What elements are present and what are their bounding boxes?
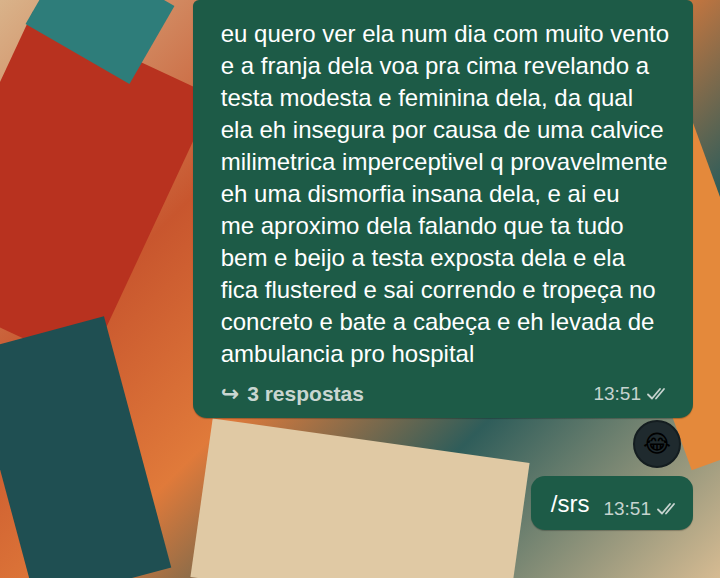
double-check-icon	[647, 387, 669, 401]
message-line: me aproximo dela falando que ta tudo	[221, 210, 669, 242]
message-meta: 13:51	[593, 383, 669, 405]
message-line: /srs	[551, 488, 590, 520]
message-text: eu quero ver ela num dia com muito vento…	[221, 18, 669, 370]
reaction-badge[interactable]: 😂	[633, 420, 681, 468]
chat-screen: eu quero ver ela num dia com muito vento…	[0, 0, 720, 578]
message-line: bem e beijo a testa exposta dela e ela	[221, 242, 669, 274]
message-row: /srs 13:51	[531, 476, 693, 530]
message-line: fica flustered e sai correndo e tropeça …	[221, 274, 669, 306]
message-line: testa modesta e feminina dela, da qual	[221, 82, 669, 114]
reaction-emoji: 😂	[643, 432, 671, 456]
message-line: milimetrica imperceptivel q provavelment…	[221, 146, 669, 178]
message-list: eu quero ver ela num dia com muito vento…	[0, 0, 720, 530]
message-line: ambulancia pro hospital	[221, 338, 669, 370]
message-line: eh uma dismorfia insana dela, e ai eu	[221, 178, 669, 210]
double-check-icon	[657, 502, 679, 516]
message-line: ela eh insegura por causa de uma calvice	[221, 114, 669, 146]
message-text: /srs	[551, 488, 590, 520]
message-time: 13:51	[593, 383, 641, 405]
message-line: concreto e bate a cabeça e eh levada de	[221, 306, 669, 338]
message-time: 13:51	[603, 498, 651, 520]
message-footer: 13:51	[603, 498, 679, 520]
message-bubble[interactable]: /srs 13:51	[531, 476, 693, 530]
message-line: eu quero ver ela num dia com muito vento	[221, 18, 669, 50]
message-footer: ↪ 3 respostas 13:51	[221, 378, 669, 410]
message-bubble[interactable]: eu quero ver ela num dia com muito vento…	[193, 0, 693, 418]
message-row: eu quero ver ela num dia com muito vento…	[193, 0, 693, 418]
replies-link[interactable]: ↪ 3 respostas	[221, 381, 364, 407]
reply-arrow-icon: ↪	[221, 381, 239, 407]
message-line: e a franja dela voa pra cima revelando a	[221, 50, 669, 82]
replies-count: 3 respostas	[247, 382, 364, 406]
message-meta: 13:51	[603, 498, 679, 520]
